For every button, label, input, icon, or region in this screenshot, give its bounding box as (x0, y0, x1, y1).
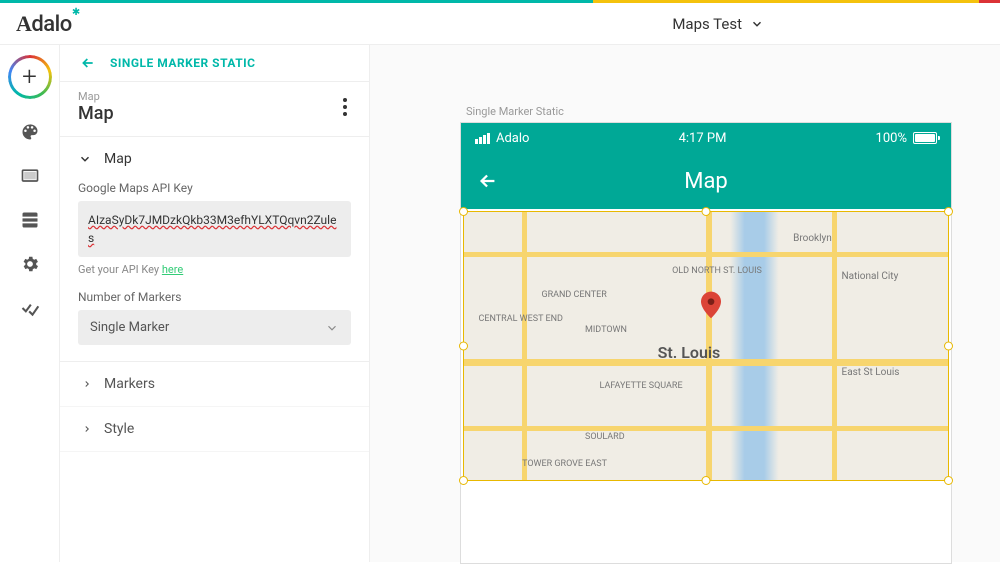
plus-icon: + (22, 62, 37, 92)
panel-breadcrumb[interactable]: SINGLE MARKER STATIC (60, 45, 369, 82)
add-button[interactable]: + (8, 55, 52, 99)
section-map-header[interactable]: Map (60, 137, 369, 181)
resize-handle[interactable] (459, 207, 468, 216)
resize-handle[interactable] (702, 207, 711, 216)
num-markers-label: Number of Markers (78, 290, 351, 304)
resize-handle[interactable] (459, 342, 468, 351)
database-icon[interactable] (19, 209, 41, 231)
chevron-down-icon (750, 17, 764, 31)
resize-handle[interactable] (944, 207, 953, 216)
screens-icon[interactable] (19, 165, 41, 187)
chevron-down-icon (325, 321, 339, 335)
back-arrow-icon (78, 55, 98, 71)
chevron-right-icon (82, 424, 92, 434)
resize-handle[interactable] (944, 342, 953, 351)
app-bar: Map (461, 153, 951, 209)
properties-panel: SINGLE MARKER STATIC Map Map Map Google … (60, 45, 370, 562)
section-map-body: Google Maps API Key AIzaSyDk7JMDzkQkb33M… (60, 181, 369, 362)
battery-icon (913, 132, 937, 144)
section-style-header[interactable]: Style (60, 407, 369, 452)
project-selector[interactable]: Maps Test (672, 15, 764, 33)
signal-icon (475, 133, 490, 144)
appbar-title: Map (477, 169, 935, 194)
resize-handle[interactable] (944, 476, 953, 485)
time-label: 4:17 PM (679, 131, 727, 146)
project-name: Maps Test (672, 15, 742, 33)
phone-blank-area (461, 483, 951, 563)
sidebar: + (0, 45, 60, 562)
chevron-down-icon (78, 152, 92, 166)
settings-icon[interactable] (19, 253, 41, 275)
checklist-icon[interactable] (19, 297, 41, 319)
chevron-right-icon (82, 379, 92, 389)
header: Adalo✱ Maps Test (0, 3, 1000, 45)
api-key-input[interactable]: AIzaSyDk7JMDzkQkb33M3efhYLXTQqvn2Zules (78, 201, 351, 257)
carrier-label: Adalo (496, 131, 529, 146)
resize-handle[interactable] (702, 476, 711, 485)
api-key-help-link[interactable]: here (162, 263, 183, 276)
status-bar: Adalo 4:17 PM 100% (461, 123, 951, 153)
api-key-label: Google Maps API Key (78, 181, 351, 195)
logo: Adalo✱ (16, 11, 72, 37)
map-bg: Brooklyn National City East St Louis OLD… (464, 212, 948, 480)
num-markers-select[interactable]: Single Marker (78, 310, 351, 345)
api-key-help: Get your API Key here (78, 263, 351, 276)
canvas[interactable]: Single Marker Static Adalo 4:17 PM 100% … (370, 45, 1000, 562)
map-marker-icon (701, 291, 721, 319)
map-component[interactable]: Brooklyn National City East St Louis OLD… (463, 211, 949, 481)
section-markers-header[interactable]: Markers (60, 362, 369, 407)
accent-bar (0, 0, 1000, 3)
map-city-label: St. Louis (658, 343, 721, 362)
battery-label: 100% (876, 131, 907, 146)
palette-icon[interactable] (19, 121, 41, 143)
more-menu-button[interactable] (339, 94, 351, 120)
panel-title: Map Map (60, 82, 369, 137)
component-type: Map (78, 90, 114, 103)
screen-label: Single Marker Static (466, 105, 960, 118)
phone-preview: Adalo 4:17 PM 100% Map (460, 122, 952, 564)
component-name: Map (78, 103, 114, 124)
resize-handle[interactable] (459, 476, 468, 485)
